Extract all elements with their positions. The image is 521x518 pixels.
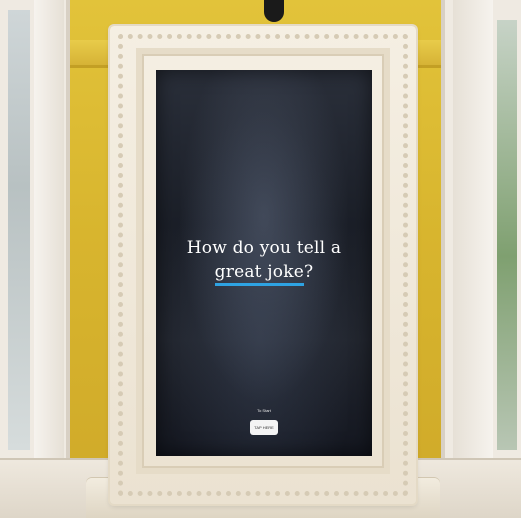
headline-suffix: ?	[303, 262, 314, 282]
photo-scene: How do you tell a great joke? To Start T…	[0, 0, 521, 518]
headline-highlight: great joke	[214, 262, 304, 286]
headline-line-1: How do you tell a	[186, 238, 342, 258]
window-right-casing	[453, 0, 493, 470]
tap-caption: To Start	[257, 408, 271, 413]
kiosk-screen: How do you tell a great joke? To Start T…	[156, 70, 372, 456]
tap-here-button[interactable]: TAP HERE	[250, 420, 278, 435]
window-right	[441, 0, 521, 470]
screen-headline: How do you tell a great joke?	[156, 236, 372, 286]
ceiling-mount	[264, 0, 284, 22]
window-left-glass	[8, 10, 30, 450]
window-left	[0, 0, 70, 470]
headline-line-2: great joke?	[156, 260, 372, 286]
window-right-glass	[497, 20, 517, 450]
window-left-casing	[34, 0, 64, 470]
